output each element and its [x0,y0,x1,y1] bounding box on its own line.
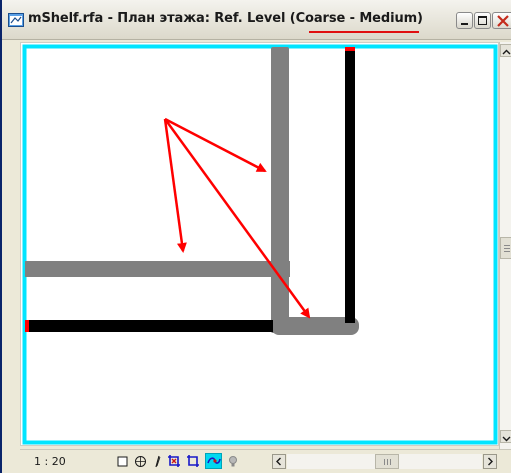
floor-plan-drawing[interactable] [21,43,499,446]
reveal-hidden-elements-icon[interactable] [226,454,240,468]
detail-level-icon[interactable] [115,454,129,468]
thumb-grip-line [504,248,510,249]
wall-projection-horizontal[interactable] [25,261,290,277]
visual-style-icon[interactable] [133,454,147,468]
scroll-up-icon [502,49,511,55]
wall-cut-horizontal-endpoint [25,320,29,332]
thumb-grip-line [390,459,391,465]
vertical-scroll-thumb[interactable] [500,237,511,259]
minimize-button[interactable] [456,12,473,29]
vertical-scrollbar[interactable] [499,42,511,449]
annotation-arrow-1 [164,117,267,173]
wall-cut-vertical-endpoint [345,47,355,51]
view-control-bar: 1 : 20 [20,449,511,473]
close-button[interactable] [492,12,511,29]
revit-document-icon[interactable] [8,12,24,28]
scroll-right-button[interactable] [483,454,497,469]
show-crop-region-icon[interactable] [186,454,200,468]
thumb-grip-line [387,459,388,465]
maximize-button[interactable] [474,12,491,29]
scroll-left-icon [276,457,281,466]
window-title: mShelf.rfa - План этажа: Ref. Level (Coa… [28,11,423,26]
scroll-up-button[interactable] [500,44,511,57]
wall-projection-vertical[interactable] [271,47,289,333]
scroll-down-button[interactable] [500,430,511,443]
title-highlight-underline [309,31,419,33]
thumb-grip-line [504,251,510,252]
wall-cut-horizontal[interactable] [25,320,273,332]
wall-cut-vertical[interactable] [345,47,355,323]
title-bar[interactable]: mShelf.rfa - План этажа: Ref. Level (Coa… [2,0,511,40]
horizontal-scroll-thumb[interactable] [375,454,399,469]
drawing-canvas[interactable] [20,42,499,446]
scroll-left-button[interactable] [272,454,286,469]
thumb-grip-line [504,245,510,246]
temporary-hide-isolate-icon[interactable] [205,453,222,469]
sun-path-icon[interactable] [151,454,165,468]
thumb-grip-line [384,459,385,465]
crop-region-boundary[interactable] [22,44,498,445]
minimize-icon [461,23,468,25]
view-scale-button[interactable]: 1 : 20 [34,455,66,468]
scroll-right-icon [488,457,493,466]
view-window: mShelf.rfa - План этажа: Ref. Level (Coa… [0,0,511,473]
scroll-down-icon [502,436,511,442]
crop-view-icon[interactable] [167,454,181,468]
maximize-icon [478,16,487,25]
